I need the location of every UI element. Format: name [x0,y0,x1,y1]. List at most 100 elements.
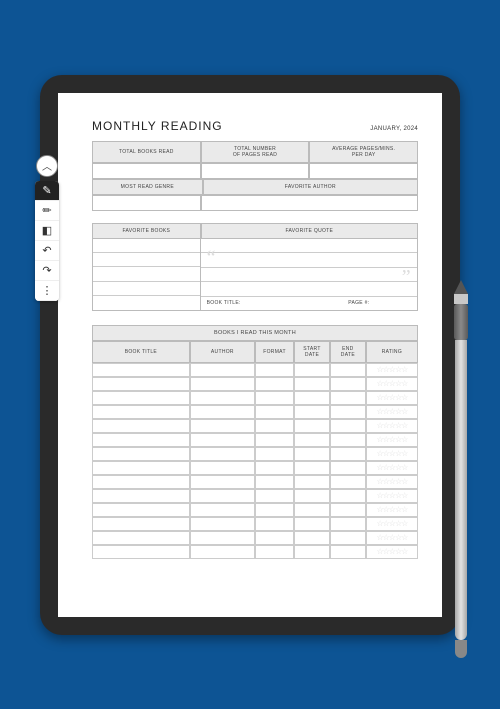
table-row[interactable]: ☆☆☆☆☆ [92,461,418,475]
table-cell[interactable] [255,377,294,391]
table-cell[interactable]: ☆☆☆☆☆ [366,447,418,461]
table-cell[interactable]: ☆☆☆☆☆ [366,377,418,391]
table-cell[interactable] [255,461,294,475]
avg-per-day-input[interactable] [309,163,418,179]
quote-text-area[interactable]: “ ” [201,239,417,296]
table-cell[interactable] [330,503,366,517]
table-cell[interactable] [255,531,294,545]
table-cell[interactable] [190,419,255,433]
table-cell[interactable] [190,531,255,545]
table-cell[interactable]: ☆☆☆☆☆ [366,531,418,545]
table-cell[interactable] [190,447,255,461]
table-cell[interactable]: ☆☆☆☆☆ [366,405,418,419]
table-cell[interactable] [255,419,294,433]
table-cell[interactable] [330,489,366,503]
table-cell[interactable] [294,391,330,405]
table-cell[interactable] [294,545,330,559]
table-cell[interactable] [330,363,366,377]
table-cell[interactable] [190,475,255,489]
redo-button[interactable]: ↷ [35,261,59,281]
table-cell[interactable] [294,531,330,545]
favorite-author-input[interactable] [201,195,418,211]
table-cell[interactable] [92,419,190,433]
table-cell[interactable] [92,447,190,461]
table-row[interactable]: ☆☆☆☆☆ [92,363,418,377]
table-cell[interactable] [294,363,330,377]
table-cell[interactable] [190,433,255,447]
table-cell[interactable] [330,545,366,559]
table-cell[interactable] [294,489,330,503]
highlighter-tool[interactable]: ✏ [35,201,59,221]
table-cell[interactable] [255,489,294,503]
most-read-genre-input[interactable] [92,195,201,211]
table-cell[interactable] [92,377,190,391]
table-cell[interactable] [92,433,190,447]
table-row[interactable]: ☆☆☆☆☆ [92,531,418,545]
table-row[interactable]: ☆☆☆☆☆ [92,545,418,559]
table-cell[interactable]: ☆☆☆☆☆ [366,461,418,475]
table-cell[interactable] [92,545,190,559]
table-cell[interactable] [255,363,294,377]
table-cell[interactable] [255,391,294,405]
table-cell[interactable] [330,447,366,461]
table-cell[interactable] [330,461,366,475]
table-cell[interactable] [255,447,294,461]
table-cell[interactable] [330,433,366,447]
table-cell[interactable] [330,475,366,489]
table-cell[interactable] [330,377,366,391]
table-cell[interactable] [255,433,294,447]
table-cell[interactable] [255,545,294,559]
table-cell[interactable] [294,475,330,489]
table-cell[interactable]: ☆☆☆☆☆ [366,391,418,405]
table-cell[interactable] [330,419,366,433]
table-cell[interactable] [92,475,190,489]
table-cell[interactable]: ☆☆☆☆☆ [366,363,418,377]
table-cell[interactable] [255,517,294,531]
total-pages-input[interactable] [201,163,310,179]
table-cell[interactable] [190,461,255,475]
table-cell[interactable] [190,517,255,531]
table-cell[interactable] [92,405,190,419]
table-cell[interactable] [294,419,330,433]
table-cell[interactable] [190,545,255,559]
more-button[interactable]: ⋮ [35,281,59,301]
table-row[interactable]: ☆☆☆☆☆ [92,517,418,531]
table-cell[interactable] [190,363,255,377]
table-cell[interactable] [255,475,294,489]
table-row[interactable]: ☆☆☆☆☆ [92,503,418,517]
table-cell[interactable] [255,405,294,419]
table-cell[interactable] [330,405,366,419]
table-row[interactable]: ☆☆☆☆☆ [92,475,418,489]
table-row[interactable]: ☆☆☆☆☆ [92,391,418,405]
table-cell[interactable] [294,503,330,517]
table-cell[interactable] [330,391,366,405]
table-cell[interactable]: ☆☆☆☆☆ [366,517,418,531]
table-row[interactable]: ☆☆☆☆☆ [92,377,418,391]
table-cell[interactable] [92,461,190,475]
table-cell[interactable]: ☆☆☆☆☆ [366,503,418,517]
table-row[interactable]: ☆☆☆☆☆ [92,433,418,447]
table-cell[interactable] [190,377,255,391]
table-cell[interactable] [190,503,255,517]
table-cell[interactable] [92,531,190,545]
table-row[interactable]: ☆☆☆☆☆ [92,489,418,503]
table-cell[interactable] [190,405,255,419]
table-cell[interactable] [294,377,330,391]
table-row[interactable]: ☆☆☆☆☆ [92,447,418,461]
table-cell[interactable]: ☆☆☆☆☆ [366,419,418,433]
table-cell[interactable] [92,489,190,503]
table-cell[interactable] [92,363,190,377]
table-cell[interactable] [294,405,330,419]
table-row[interactable]: ☆☆☆☆☆ [92,405,418,419]
table-cell[interactable] [330,517,366,531]
undo-button[interactable]: ↶ [35,241,59,261]
table-cell[interactable] [190,391,255,405]
toolbar-expand-button[interactable]: ︿ [36,155,58,177]
table-cell[interactable] [294,433,330,447]
table-cell[interactable]: ☆☆☆☆☆ [366,489,418,503]
table-cell[interactable] [330,531,366,545]
pen-tool[interactable]: ✎ [35,181,59,201]
table-cell[interactable]: ☆☆☆☆☆ [366,433,418,447]
table-cell[interactable]: ☆☆☆☆☆ [366,545,418,559]
table-cell[interactable] [294,461,330,475]
